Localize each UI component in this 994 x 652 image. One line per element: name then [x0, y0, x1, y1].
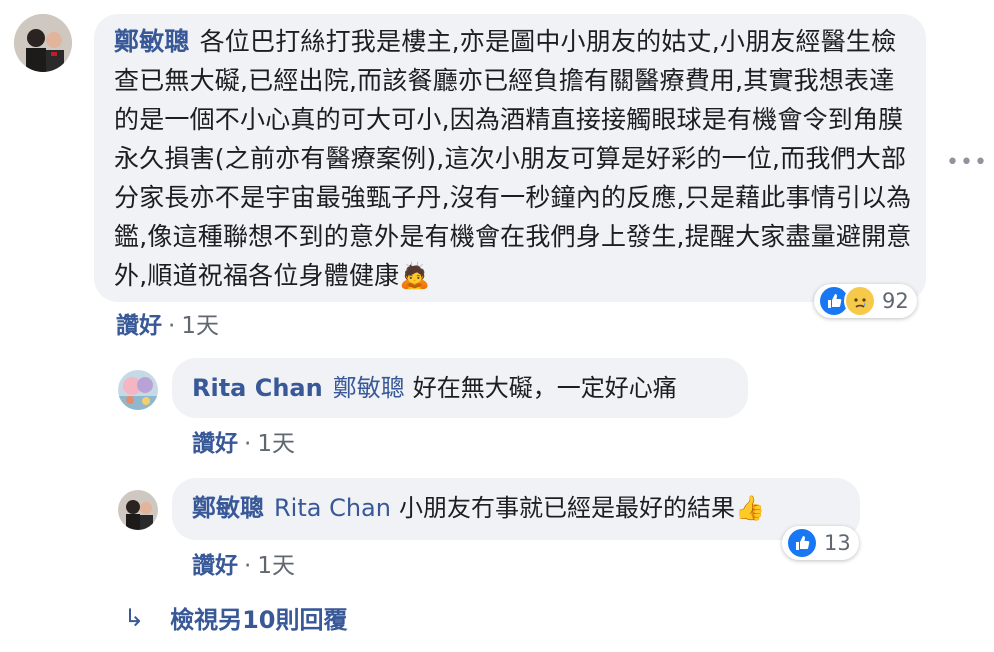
avatar[interactable]	[118, 490, 158, 530]
reply-bubble: 鄭敏聰 Rita Chan 小朋友冇事就已經是最好的結果👍	[172, 478, 860, 540]
view-more-replies-link[interactable]: ↳ 檢視另10則回覆	[124, 600, 348, 635]
more-options-icon[interactable]: •••	[946, 150, 988, 175]
reply-meta: 讚好 · 1天	[192, 431, 295, 457]
comment-author[interactable]: 鄭敏聰	[114, 27, 190, 56]
like-link[interactable]: 讚好	[192, 553, 238, 579]
reply-author[interactable]: 鄭敏聰	[192, 494, 264, 522]
like-link[interactable]: 讚好	[192, 431, 238, 457]
reply-text: 好在無大礙，一定好心痛	[412, 374, 677, 402]
reaction-summary[interactable]: 13	[782, 526, 859, 560]
reaction-summary[interactable]: 92	[814, 284, 917, 318]
comment-text: 各位巴打絲打我是樓主,亦是圖中小朋友的姑丈,小朋友經醫生檢查已無大礙,已經出院,…	[114, 27, 912, 290]
reply-bubble: Rita Chan 鄭敏聰 好在無大礙，一定好心痛	[172, 358, 748, 418]
avatar[interactable]	[118, 370, 158, 410]
reply-text: 小朋友冇事就已經是最好的結果	[398, 494, 735, 522]
reply-mention[interactable]: Rita Chan	[274, 494, 391, 522]
reaction-count: 92	[882, 289, 909, 313]
comment-meta: 讚好 · 1天	[116, 313, 219, 339]
like-link[interactable]: 讚好	[116, 313, 162, 339]
reply-body: Rita Chan 鄭敏聰 好在無大礙，一定好心痛	[192, 370, 677, 406]
sad-reaction-icon	[844, 285, 876, 317]
comment-bubble: 鄭敏聰 各位巴打絲打我是樓主,亦是圖中小朋友的姑丈,小朋友經醫生檢查已無大礙,已經…	[94, 14, 926, 302]
timestamp[interactable]: 1天	[181, 313, 219, 339]
reaction-count: 13	[824, 531, 851, 555]
reply-arrow-icon: ↳	[124, 603, 145, 632]
view-more-replies-label: 檢視另10則回覆	[170, 606, 348, 634]
like-reaction-icon	[786, 527, 818, 559]
timestamp[interactable]: 1天	[257, 553, 295, 579]
timestamp[interactable]: 1天	[257, 431, 295, 457]
reply-mention[interactable]: 鄭敏聰	[333, 374, 405, 402]
avatar[interactable]	[14, 14, 72, 72]
thumbs-up-emoji: 👍	[734, 494, 765, 522]
reply-author[interactable]: Rita Chan	[192, 374, 323, 402]
comment-body: 鄭敏聰 各位巴打絲打我是樓主,亦是圖中小朋友的姑丈,小朋友經醫生檢查已無大礙,已經…	[114, 22, 914, 295]
reply-body: 鄭敏聰 Rita Chan 小朋友冇事就已經是最好的結果👍	[192, 490, 765, 526]
bowing-emoji: 🙇	[399, 261, 431, 290]
reply-meta: 讚好 · 1天	[192, 553, 295, 579]
